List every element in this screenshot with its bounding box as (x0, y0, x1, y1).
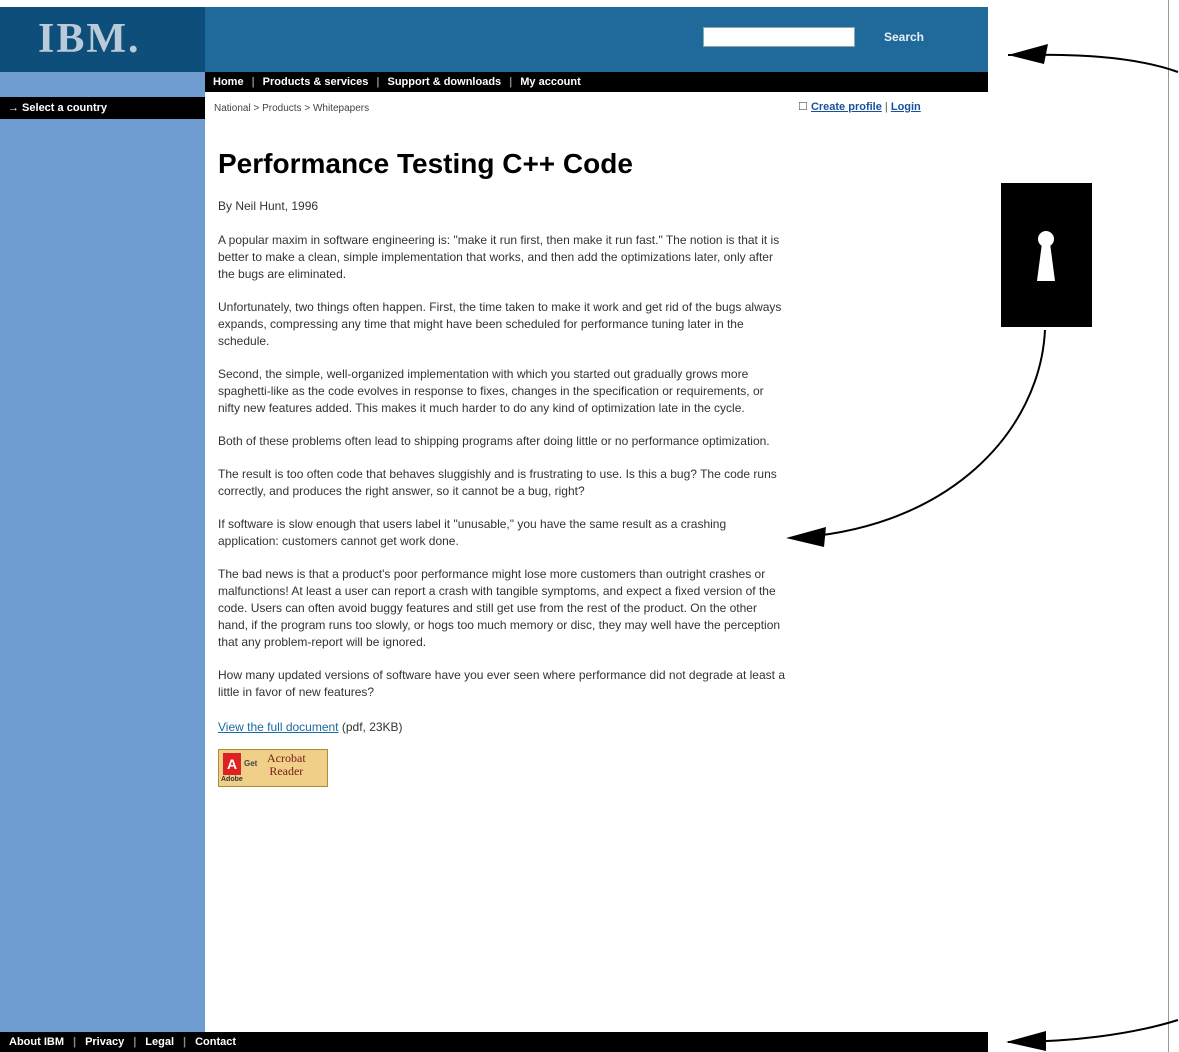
arrowhead-masthead (1008, 44, 1048, 64)
arrowhead-footer (1006, 1031, 1046, 1051)
annotation-arrows (786, 44, 1179, 1051)
arrowhead-content (786, 527, 826, 547)
arrow-to-content (789, 329, 1046, 539)
